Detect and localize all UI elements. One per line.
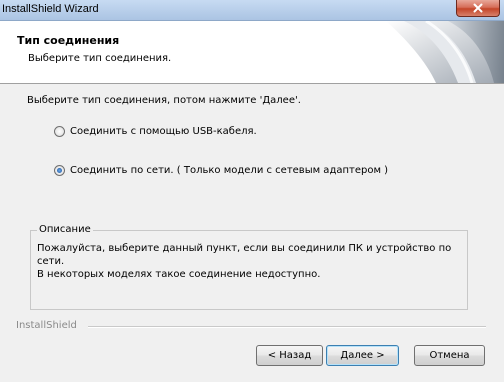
page-title: Тип соединения — [17, 34, 120, 47]
description-text: Пожалуйста, выберите данный пункт, если … — [37, 242, 465, 281]
next-button[interactable]: Далее > — [326, 345, 399, 366]
usb-connection-option[interactable]: Соединить с помощью USB-кабеля. — [54, 124, 257, 138]
page-subtitle: Выберите тип соединения. — [28, 53, 172, 64]
title-bar: InstallShield Wizard — [0, 0, 504, 21]
header-decoration-image — [386, 21, 504, 83]
radio-button-network[interactable] — [54, 164, 65, 176]
network-option-label[interactable]: Соединить по сети. ( Только модели с сет… — [70, 165, 388, 176]
instruction-text: Выберите тип соединения, потом нажмите '… — [27, 95, 301, 106]
cancel-button[interactable]: Отмена — [414, 345, 485, 366]
window-title: InstallShield Wizard — [2, 3, 99, 15]
network-connection-option[interactable]: Соединить по сети. ( Только модели с сет… — [54, 163, 388, 177]
description-line-2: В некоторых моделях такое соединение нед… — [37, 269, 321, 280]
usb-option-label[interactable]: Соединить с помощью USB-кабеля. — [70, 126, 257, 137]
description-line-1: Пожалуйста, выберите данный пункт, если … — [37, 243, 452, 267]
close-icon — [473, 3, 483, 13]
installshield-brand: InstallShield — [16, 320, 77, 331]
back-button[interactable]: < Назад — [256, 345, 323, 366]
footer-divider — [88, 326, 486, 328]
description-group: Описание Пожалуйста, выберите данный пун… — [30, 224, 468, 310]
description-legend: Описание — [37, 224, 93, 235]
radio-button-usb[interactable] — [54, 125, 65, 137]
close-button[interactable] — [456, 0, 500, 17]
wizard-header: Тип соединения Выберите тип соединения. — [0, 21, 504, 84]
